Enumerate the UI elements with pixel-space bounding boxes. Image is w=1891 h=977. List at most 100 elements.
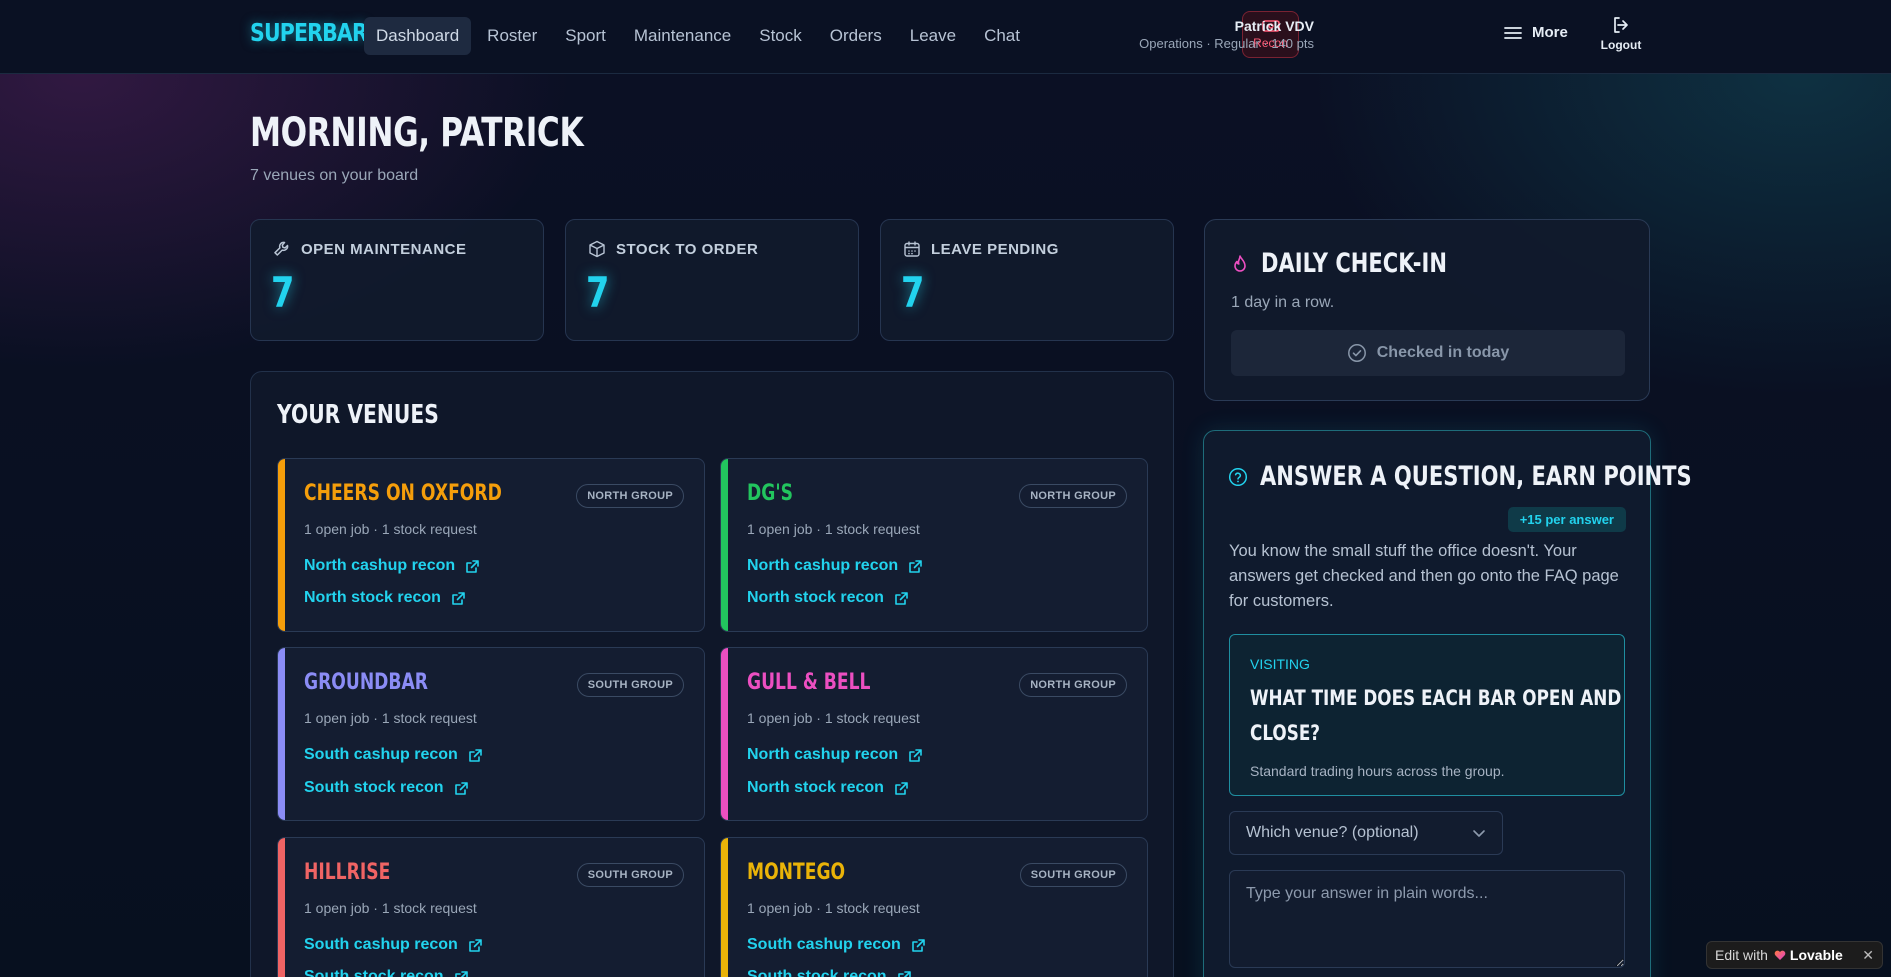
more-menu-button[interactable]: More [1504, 24, 1568, 41]
venue-group-badge: SOUTH GROUP [576, 673, 684, 697]
venue-link-label: North cashup recon [304, 557, 456, 574]
external-link-icon [466, 559, 479, 573]
venue-summary: 1 open job · 1 stock request [747, 521, 920, 537]
flame-icon [1234, 254, 1246, 272]
nav-link-orders[interactable]: Orders [818, 17, 894, 55]
venue-card[interactable]: MONTEGO SOUTH GROUP 1 open job · 1 stock… [720, 837, 1148, 977]
external-link-icon [897, 970, 911, 977]
box-icon [589, 240, 605, 258]
stat-card-leave[interactable]: LEAVE PENDING 7 [880, 219, 1174, 341]
venue-card[interactable]: HILLRISE SOUTH GROUP 1 open job · 1 stoc… [277, 837, 705, 977]
external-link-icon [452, 591, 465, 605]
venue-summary: 1 open job · 1 stock request [304, 900, 477, 916]
venue-link-stock[interactable]: South stock recon [304, 968, 469, 977]
edit-with-label: Edit with [1715, 947, 1768, 963]
external-link-icon [468, 938, 482, 952]
external-link-icon [454, 970, 468, 977]
nav-link-chat[interactable]: Chat [972, 17, 1032, 55]
venue-link-stock[interactable]: North stock recon [747, 589, 909, 607]
external-link-icon [909, 559, 922, 573]
stat-card-maintenance[interactable]: OPEN MAINTENANCE 7 [250, 219, 544, 341]
question-text-line: CLOSE? [1250, 721, 1321, 745]
external-link-icon [911, 938, 925, 952]
menu-icon [1504, 26, 1522, 39]
question-text-line: WHAT TIME DOES EACH BAR OPEN AND [1250, 686, 1622, 710]
venue-link-stock[interactable]: South stock recon [304, 779, 469, 797]
venue-summary: 1 open job · 1 stock request [304, 521, 477, 537]
venue-link-cashup[interactable]: South cashup recon [304, 936, 483, 954]
help-circle-icon [1228, 467, 1248, 486]
venues-title: YOUR VENUES [277, 400, 439, 430]
logout-button[interactable]: Logout [1598, 16, 1644, 52]
venue-link-stock[interactable]: North stock recon [747, 779, 909, 797]
user-meta: Operations · Regular · 140 pts [1139, 36, 1314, 51]
venue-link-label: South cashup recon [304, 936, 458, 953]
stat-value: 7 [901, 268, 925, 317]
venue-color-bar [721, 459, 728, 631]
venue-summary: 1 open job · 1 stock request [747, 900, 920, 916]
venue-link-label: North stock recon [747, 589, 884, 606]
stat-value: 7 [271, 268, 295, 317]
venue-link-label: North stock recon [304, 589, 441, 606]
external-link-icon [895, 591, 908, 605]
external-link-icon [454, 781, 468, 795]
venue-link-label: South cashup recon [747, 936, 901, 953]
venue-link-cashup[interactable]: North cashup recon [747, 557, 923, 575]
nav-link-leave[interactable]: Leave [898, 17, 968, 55]
venue-link-cashup[interactable]: South cashup recon [747, 936, 926, 954]
nav-link-sport[interactable]: Sport [553, 17, 618, 55]
venue-card[interactable]: GULL & BELL NORTH GROUP 1 open job · 1 s… [720, 647, 1148, 821]
stat-label: OPEN MAINTENANCE [301, 240, 467, 258]
venue-name: GROUNDBAR [304, 670, 429, 695]
external-link-icon [909, 748, 922, 762]
venue-link-cashup[interactable]: North cashup recon [747, 746, 923, 764]
logout-label: Logout [1600, 38, 1642, 52]
venue-link-label: North stock recon [747, 779, 884, 796]
venue-card[interactable]: DG'S NORTH GROUP 1 open job · 1 stock re… [720, 458, 1148, 632]
nav-link-maintenance[interactable]: Maintenance [622, 17, 743, 55]
stat-label: STOCK TO ORDER [616, 240, 759, 258]
venue-link-label: North cashup recon [747, 746, 899, 763]
question-category: VISITING [1250, 656, 1310, 672]
nav-link-stock[interactable]: Stock [747, 17, 814, 55]
question-box: VISITING WHAT TIME DOES EACH BAR OPEN AN… [1229, 634, 1625, 796]
venue-group-badge: NORTH GROUP [576, 484, 684, 508]
question-hint: Standard trading hours across the group. [1250, 763, 1505, 779]
wrench-icon [274, 241, 289, 256]
venues-panel: YOUR VENUES CHEERS ON OXFORD NORTH GROUP… [250, 371, 1174, 977]
close-icon[interactable]: ✕ [1862, 947, 1874, 964]
nav-link-dashboard[interactable]: Dashboard [364, 17, 472, 55]
venue-group-badge: NORTH GROUP [1019, 673, 1127, 697]
venue-select-value: Which venue? (optional) [1246, 824, 1419, 841]
venue-color-bar [278, 459, 285, 631]
page-subtitle: 7 venues on your board [250, 167, 419, 184]
app-logo[interactable]: SUPERBAR [250, 18, 368, 47]
venue-group-badge: SOUTH GROUP [576, 863, 684, 887]
nav-link-roster[interactable]: Roster [475, 17, 549, 55]
venue-card[interactable]: CHEERS ON OXFORD NORTH GROUP 1 open job … [277, 458, 705, 632]
more-label: More [1532, 24, 1568, 41]
venue-link-cashup[interactable]: North cashup recon [304, 557, 480, 575]
external-link-icon [468, 748, 482, 762]
external-link-icon [895, 781, 908, 795]
venue-link-label: South stock recon [304, 968, 444, 977]
edit-with-lovable-badge[interactable]: Edit with Lovable ✕ [1706, 941, 1883, 969]
checked-in-button[interactable]: Checked in today [1231, 330, 1625, 376]
venue-link-stock[interactable]: South stock recon [747, 968, 912, 977]
venue-link-cashup[interactable]: South cashup recon [304, 746, 483, 764]
venue-link-label: North cashup recon [747, 557, 899, 574]
venue-name: GULL & BELL [747, 670, 871, 695]
venue-card[interactable]: GROUNDBAR SOUTH GROUP 1 open job · 1 sto… [277, 647, 705, 821]
venue-select[interactable]: Which venue? (optional) [1229, 811, 1503, 855]
venue-summary: 1 open job · 1 stock request [747, 710, 920, 726]
daily-checkin-card: DAILY CHECK-IN 1 day in a row. Checked i… [1204, 219, 1650, 401]
stat-value: 7 [586, 268, 610, 317]
venue-link-stock[interactable]: North stock recon [304, 589, 466, 607]
venue-group-badge: SOUTH GROUP [1019, 863, 1127, 887]
lovable-brand: Lovable [1774, 947, 1843, 963]
check-circle-icon [1347, 344, 1366, 362]
answer-input[interactable] [1229, 870, 1625, 968]
stat-card-stock[interactable]: STOCK TO ORDER 7 [565, 219, 859, 341]
stat-label: LEAVE PENDING [931, 240, 1059, 258]
venue-color-bar [278, 648, 285, 820]
